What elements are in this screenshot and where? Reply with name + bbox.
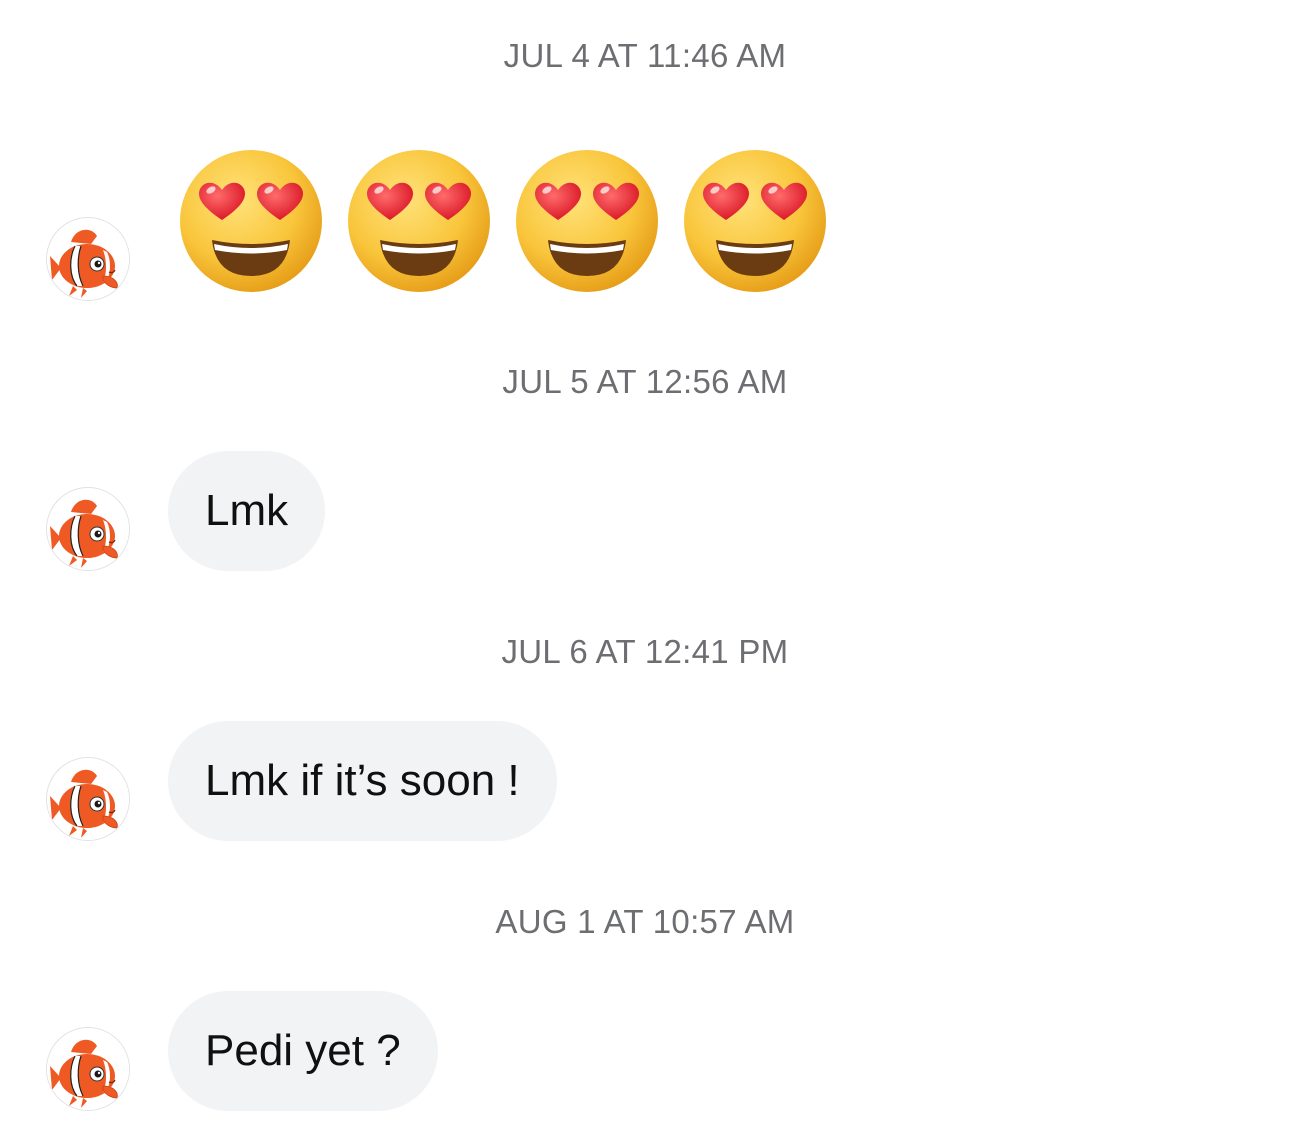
clownfish-avatar-icon [47, 758, 130, 841]
sender-avatar[interactable] [46, 1027, 130, 1111]
timestamp: AUG 1 AT 10:57 AM [495, 903, 795, 940]
sender-avatar[interactable] [46, 217, 130, 301]
timestamp: JUL 5 AT 12:56 AM [502, 363, 788, 400]
message-bubble[interactable]: Lmk [168, 451, 326, 571]
heart-eyes-emoji-icon [178, 148, 324, 294]
sender-avatar[interactable] [46, 757, 130, 841]
sender-avatar[interactable] [46, 487, 130, 571]
timestamp: JUL 6 AT 12:41 PM [501, 633, 789, 670]
heart-eyes-emoji-icon [346, 148, 492, 294]
message-bubble[interactable]: Lmk if it’s soon ! [168, 721, 557, 841]
timestamp: JUL 4 AT 11:46 AM [503, 37, 787, 74]
clownfish-avatar-icon [47, 1028, 130, 1111]
clownfish-avatar-icon [47, 488, 130, 571]
heart-eyes-emoji-icon [514, 148, 660, 294]
message-bubble[interactable]: Pedi yet ? [168, 991, 438, 1111]
clownfish-avatar-icon [47, 218, 130, 301]
heart-eyes-emoji-icon [682, 148, 828, 294]
